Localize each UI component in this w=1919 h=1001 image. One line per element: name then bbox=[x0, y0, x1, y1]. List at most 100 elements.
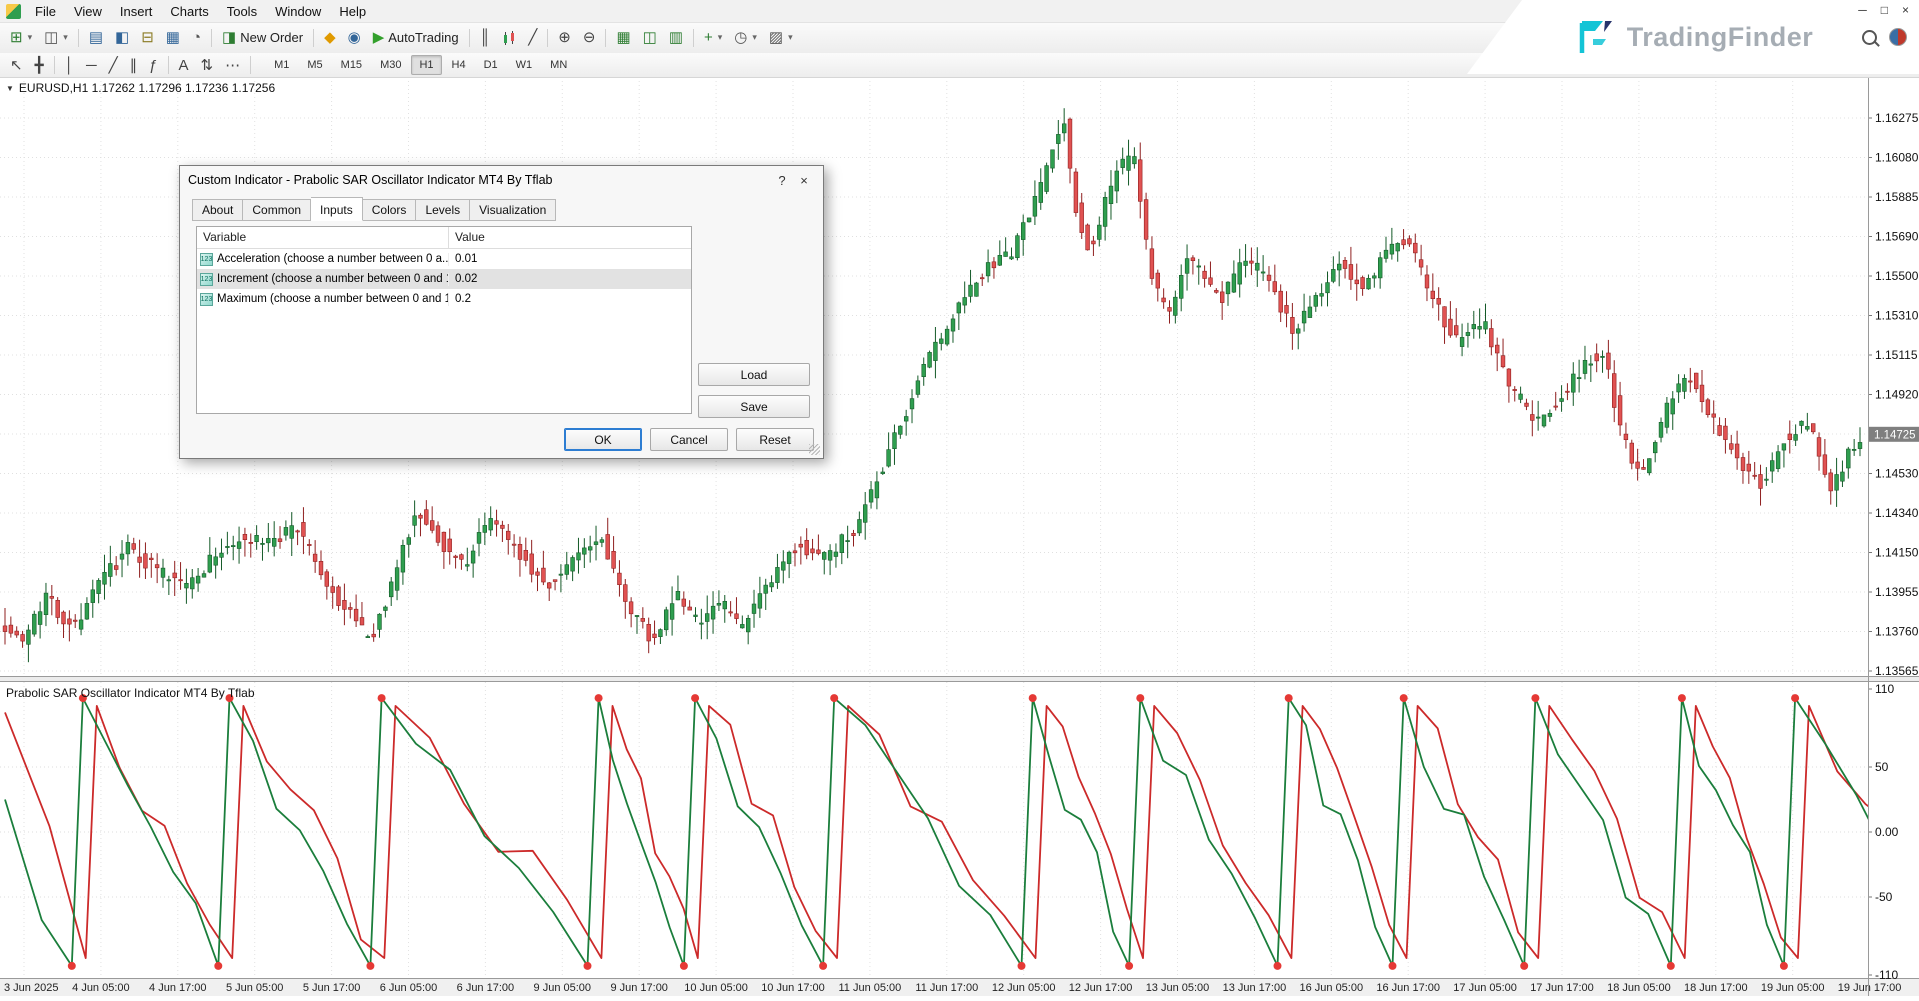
load-button[interactable]: Load bbox=[698, 363, 810, 386]
arrows-tool-icon: ⇅ bbox=[201, 58, 214, 73]
timeframe-W1[interactable]: W1 bbox=[508, 55, 541, 75]
parameter-value[interactable]: 0.2 bbox=[449, 293, 691, 305]
chart-collapse-icon[interactable]: ▼ bbox=[6, 84, 14, 93]
tab-common[interactable]: Common bbox=[243, 199, 311, 221]
timeframe-M1[interactable]: M1 bbox=[266, 55, 297, 75]
autotrading-button-label: AutoTrading bbox=[388, 30, 458, 45]
bar-chart-type-icon: ║ bbox=[480, 30, 491, 45]
text-tool[interactable]: A bbox=[174, 54, 194, 76]
menu-tools[interactable]: Tools bbox=[218, 2, 266, 21]
app-icon[interactable] bbox=[6, 4, 21, 19]
sar-dot bbox=[1678, 694, 1686, 702]
parameter-row[interactable]: 123Acceleration (choose a number between… bbox=[197, 249, 691, 269]
chart-profiles-button[interactable]: ◫▾ bbox=[39, 27, 73, 49]
cascade-windows-button[interactable]: ◫ bbox=[638, 27, 662, 49]
menu-charts[interactable]: Charts bbox=[161, 2, 217, 21]
tile-windows-button[interactable]: ▦ bbox=[611, 27, 635, 49]
zoom-out-button[interactable]: ⊖ bbox=[578, 27, 601, 49]
arrange-windows-button[interactable]: ▥ bbox=[664, 27, 688, 49]
toolbar-separator bbox=[605, 29, 606, 47]
menu-window[interactable]: Window bbox=[266, 2, 330, 21]
new-order-button-label: New Order bbox=[240, 30, 303, 45]
menu-insert[interactable]: Insert bbox=[111, 2, 162, 21]
market-watch-button[interactable]: ▤ bbox=[84, 27, 108, 49]
templates-button[interactable]: ▨▾ bbox=[764, 27, 798, 49]
dropdown-arrow-icon: ▾ bbox=[788, 32, 793, 43]
save-button[interactable]: Save bbox=[698, 395, 810, 418]
parameter-row[interactable]: 123Maximum (choose a number between 0 an… bbox=[197, 289, 691, 309]
parameter-row[interactable]: 123Increment (choose a number between 0 … bbox=[197, 269, 691, 289]
data-window-button[interactable]: ◧ bbox=[110, 27, 134, 49]
menu-help[interactable]: Help bbox=[330, 2, 375, 21]
parameter-value[interactable]: 0.01 bbox=[449, 253, 691, 265]
menu-view[interactable]: View bbox=[65, 2, 111, 21]
zoom-in-icon: ⊕ bbox=[558, 30, 571, 45]
menu-items: FileViewInsertChartsToolsWindowHelp bbox=[26, 2, 375, 21]
indicator-axis-label: -50 bbox=[1875, 890, 1893, 904]
channel-tool[interactable]: ∥ bbox=[125, 54, 143, 76]
parameter-value[interactable]: 0.02 bbox=[449, 273, 691, 285]
numeric-parameter-icon: 123 bbox=[200, 273, 213, 286]
strategy-tester-button[interactable]: ◔ bbox=[187, 27, 206, 49]
vertical-line-tool[interactable]: │ bbox=[60, 54, 79, 76]
line-chart-type-button[interactable]: ╱ bbox=[523, 27, 542, 49]
ok-button[interactable]: OK bbox=[564, 428, 642, 451]
dropdown-arrow-icon: ▾ bbox=[63, 32, 68, 43]
horizontal-line-tool[interactable]: ─ bbox=[81, 54, 102, 76]
periods-button[interactable]: ◷▾ bbox=[729, 27, 762, 49]
menu-file[interactable]: File bbox=[26, 2, 65, 21]
terminal-button[interactable]: ▦ bbox=[161, 27, 185, 49]
parameters-rows: 123Acceleration (choose a number between… bbox=[197, 249, 691, 309]
mt4-window: FileViewInsertChartsToolsWindowHelp ⊞▾◫▾… bbox=[0, 0, 1919, 996]
tab-inputs[interactable]: Inputs bbox=[311, 197, 363, 221]
timeframe-M30[interactable]: M30 bbox=[372, 55, 409, 75]
zoom-out-icon: ⊖ bbox=[583, 30, 596, 45]
new-order-button[interactable]: ◨New Order bbox=[217, 27, 308, 49]
time-axis-label: 5 Jun 05:00 bbox=[226, 982, 284, 994]
periods-icon: ◷ bbox=[734, 30, 747, 45]
cursor-tool[interactable]: ↖ bbox=[5, 54, 28, 76]
indicators-button[interactable]: +▾ bbox=[699, 27, 727, 49]
zoom-in-button[interactable]: ⊕ bbox=[553, 27, 576, 49]
tab-colors[interactable]: Colors bbox=[363, 199, 417, 221]
navigator-button[interactable]: ⊟ bbox=[136, 27, 159, 49]
search-icon[interactable] bbox=[1862, 30, 1877, 45]
close-button[interactable]: × bbox=[1902, 3, 1909, 17]
metaeditor-button[interactable]: ◆ bbox=[319, 27, 341, 49]
timeframe-H1[interactable]: H1 bbox=[411, 55, 441, 75]
crosshair-tool[interactable]: ╋ bbox=[30, 54, 49, 76]
account-avatar[interactable] bbox=[1889, 28, 1907, 46]
parameter-label: Maximum (choose a number between 0 and 1… bbox=[217, 293, 449, 305]
timeframe-D1[interactable]: D1 bbox=[476, 55, 506, 75]
community-button[interactable]: ◉ bbox=[343, 27, 366, 49]
autotrading-button[interactable]: ▶AutoTrading bbox=[368, 27, 464, 49]
sar-dot bbox=[1400, 694, 1408, 702]
timeframe-H4[interactable]: H4 bbox=[444, 55, 474, 75]
timeframe-M5[interactable]: M5 bbox=[299, 55, 330, 75]
tile-windows-icon: ▦ bbox=[616, 30, 630, 45]
tab-visualization[interactable]: Visualization bbox=[470, 199, 556, 221]
dialog-title-bar[interactable]: Custom Indicator - Prabolic SAR Oscillat… bbox=[180, 166, 823, 194]
maximize-button[interactable]: □ bbox=[1881, 3, 1888, 17]
column-value[interactable]: Value bbox=[449, 227, 691, 248]
column-variable[interactable]: Variable bbox=[197, 227, 449, 248]
new-chart-button[interactable]: ⊞▾ bbox=[5, 27, 37, 49]
timeframe-M15[interactable]: M15 bbox=[333, 55, 370, 75]
timeframe-MN[interactable]: MN bbox=[542, 55, 575, 75]
templates-icon: ▨ bbox=[769, 30, 783, 45]
cancel-button[interactable]: Cancel bbox=[650, 428, 728, 451]
minimize-button[interactable]: ─ bbox=[1858, 3, 1867, 17]
dialog-help-button[interactable]: ? bbox=[771, 173, 793, 188]
reset-button[interactable]: Reset bbox=[736, 428, 814, 451]
tab-about[interactable]: About bbox=[192, 199, 243, 221]
candlestick-type-button[interactable] bbox=[497, 27, 521, 49]
tab-levels[interactable]: Levels bbox=[416, 199, 470, 221]
fibonacci-tool[interactable]: ƒ bbox=[144, 54, 162, 76]
dialog-close-button[interactable]: × bbox=[793, 173, 815, 188]
arrows-tool[interactable]: ⇅ bbox=[196, 54, 219, 76]
bar-chart-type-button[interactable]: ║ bbox=[475, 27, 496, 49]
more-tools-button[interactable]: ⋯ bbox=[220, 54, 245, 76]
dialog-resize-grip[interactable] bbox=[809, 444, 820, 455]
trendline-tool[interactable]: ╱ bbox=[104, 54, 123, 76]
sar-dot bbox=[584, 962, 592, 970]
